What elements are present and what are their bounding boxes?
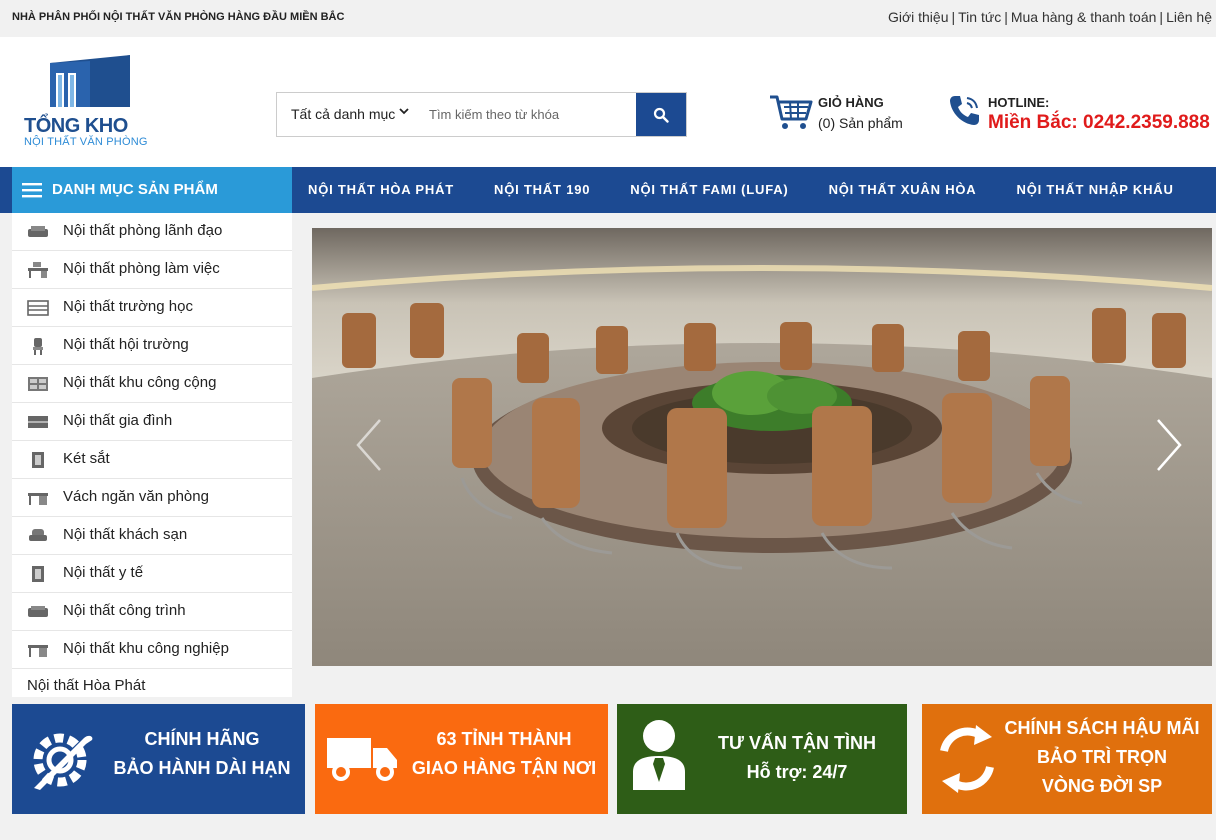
sidebar-item-label: Két sắt	[63, 450, 110, 467]
sidebar-item-y-te[interactable]: Nội thất y tế	[12, 555, 292, 593]
slider-next-arrow-icon[interactable]	[1156, 418, 1182, 472]
feature-line: VÒNG ĐỜI SP	[1041, 776, 1163, 796]
search-button[interactable]	[636, 93, 686, 136]
nav-item-190[interactable]: NỘI THẤT 190	[478, 167, 614, 213]
cycle-arrows-icon	[940, 725, 994, 793]
main-nav: DANH MỤC SẢN PHẨM NỘI THẤT HÒA PHÁT NỘI …	[0, 167, 1216, 213]
search-input[interactable]	[417, 93, 637, 136]
sidebar-item-label: Nội thất gia đình	[63, 412, 173, 429]
cart[interactable]: GIỎ HÀNG (0) Sản phẩm	[768, 93, 918, 133]
logo-subtitle: NỘI THẤT VĂN PHÒNG	[24, 136, 148, 148]
link-gioi-thieu[interactable]: Giới thiệu	[888, 9, 949, 25]
sidebar-item-cong-trinh[interactable]: Nội thất công trình	[12, 593, 292, 631]
header: TỔNG KHO NỘI THẤT VĂN PHÒNG Tất cả danh …	[0, 37, 1216, 167]
workbench-icon	[28, 645, 48, 657]
consultant-icon	[633, 720, 685, 790]
nav-items: NỘI THẤT HÒA PHÁT NỘI THẤT 190 NỘI THẤT …	[292, 167, 1198, 213]
sidebar-item-ket-sat[interactable]: Két sắt	[12, 441, 292, 479]
category-select-label: Tất cả danh mục	[291, 106, 396, 122]
sidebar-item-label: Nội thất phòng làm việc	[63, 260, 220, 277]
sidebar-item-khu-cong-cong[interactable]: Nội thất khu công cộng	[12, 365, 292, 403]
medical-cabinet-icon	[32, 566, 44, 582]
truck-icon	[327, 738, 397, 781]
nav-item-fami[interactable]: NỘI THẤT FAMI (LUFA)	[614, 167, 812, 213]
sidebar-item-phong-lanh-dao[interactable]: Nội thất phòng lãnh đạo	[12, 213, 292, 251]
hotline-title: HOTLINE:	[988, 95, 1050, 110]
sidebar-item-hoi-truong[interactable]: Nội thất hội trường	[12, 327, 292, 365]
hotline: HOTLINE: Miền Bắc: 0242.2359.888	[948, 91, 1216, 141]
top-links: Giới thiệu | Tin tức | Mua hàng & thanh toán…	[887, 9, 1212, 25]
couch-icon	[28, 606, 48, 617]
partition-icon	[28, 493, 48, 505]
top-bar: NHÀ PHÂN PHỐI NỘI THẤT VĂN PHÒNG HÀNG ĐẦ…	[0, 0, 1216, 37]
feature-line: 63 TỈNH THÀNH	[436, 729, 572, 749]
cart-title: GIỎ HÀNG	[818, 95, 884, 110]
warehouse-logo-icon	[50, 55, 130, 107]
safe-icon	[32, 452, 44, 468]
sidebar-item-gia-dinh[interactable]: Nội thất gia đình	[12, 403, 292, 441]
site-logo[interactable]: TỔNG KHO NỘI THẤT VĂN PHÒNG	[22, 55, 162, 155]
gear-wrench-icon	[33, 733, 93, 790]
nav-item-nhap-khau[interactable]: NỘI THẤT NHẬP KHẨU	[1001, 167, 1198, 213]
phone-icon	[950, 96, 979, 125]
feature-consulting: TƯ VẤN TẬN TÌNH Hỗ trợ: 24/7	[617, 704, 907, 814]
sidebar-item-truong-hoc[interactable]: Nội thất trường học	[12, 289, 292, 327]
conference-room-photo	[312, 228, 1212, 666]
slider-prev-arrow-icon[interactable]	[356, 418, 382, 472]
sidebar-item-label: Nội thất khu công nghiệp	[63, 640, 229, 657]
feature-line: Hỗ trợ: 24/7	[746, 762, 848, 782]
feature-after-sales: CHÍNH SÁCH HẬU MÃI BẢO TRÌ TRỌN VÒNG ĐỜI…	[922, 704, 1212, 814]
sidebar-item-label: Nội thất hội trường	[63, 336, 189, 353]
category-menu-button[interactable]: DANH MỤC SẢN PHẨM	[12, 167, 292, 213]
site-tagline: NHÀ PHÂN PHỐI NỘI THẤT VĂN PHÒNG HÀNG ĐẦ…	[12, 11, 345, 23]
shopping-cart-icon	[770, 95, 813, 129]
search-bar: Tất cả danh mục	[276, 92, 687, 137]
sidebar-item-label: Nội thất trường học	[63, 298, 193, 315]
link-mua-hang[interactable]: Mua hàng & thanh toán	[1011, 9, 1157, 25]
sidebar-item-label: Nội thất công trình	[63, 602, 186, 619]
sidebar-item-label: Vách ngăn văn phòng	[63, 488, 209, 505]
hamburger-icon	[22, 183, 42, 198]
search-icon	[653, 107, 669, 123]
sidebar-item-phong-lam-viec[interactable]: Nội thất phòng làm việc	[12, 251, 292, 289]
sidebar-item-label: Nội thất khu công cộng	[63, 374, 217, 391]
hero-banner	[312, 228, 1212, 666]
feature-warranty: CHÍNH HÃNG BẢO HÀNH DÀI HẠN	[12, 704, 305, 814]
category-menu-label: DANH MỤC SẢN PHẨM	[52, 181, 218, 198]
sidebar-item-label: Nội thất y tế	[63, 564, 144, 581]
feature-line: BẢO TRÌ TRỌN	[1037, 747, 1167, 767]
hotline-number[interactable]: Miền Bắc: 0242.2359.888	[988, 112, 1210, 134]
sidebar-item-label: Nội thất phòng lãnh đạo	[63, 222, 223, 239]
chair-icon	[33, 338, 43, 355]
link-tin-tuc[interactable]: Tin tức	[958, 9, 1001, 25]
feature-delivery: 63 TỈNH THÀNH GIAO HÀNG TẬN NƠI	[315, 704, 608, 814]
category-select[interactable]: Tất cả danh mục	[277, 93, 415, 136]
category-sidebar: Nội thất phòng lãnh đạo Nội thất phòng l…	[12, 213, 292, 697]
feature-line: TƯ VẤN TẬN TÌNH	[718, 733, 876, 753]
sidebar-item-vach-ngan[interactable]: Vách ngăn văn phòng	[12, 479, 292, 517]
feature-line: BẢO HÀNH DÀI HẠN	[113, 758, 291, 778]
sidebar-item-label: Nội thất khách sạn	[63, 526, 188, 543]
nav-item-xuan-hoa[interactable]: NỘI THẤT XUÂN HÒA	[813, 167, 1001, 213]
feature-line: CHÍNH HÃNG	[144, 729, 260, 749]
feature-line: CHÍNH SÁCH HẬU MÃI	[1004, 718, 1200, 738]
cart-count: (0) Sản phẩm	[818, 115, 903, 131]
chevron-down-icon	[399, 106, 409, 119]
sidebar-item-khach-san[interactable]: Nội thất khách sạn	[12, 517, 292, 555]
sidebar-item-khu-cong-nghiep[interactable]: Nội thất khu công nghiệp	[12, 631, 292, 669]
public-seating-icon	[28, 377, 48, 391]
logo-title: TỔNG KHO	[24, 115, 128, 137]
sofa-icon	[28, 226, 48, 237]
school-desk-icon	[27, 300, 49, 316]
feature-line: GIAO HÀNG TẬN NƠI	[411, 758, 597, 778]
nav-item-hoa-phat[interactable]: NỘI THẤT HÒA PHÁT	[292, 167, 478, 213]
armchair-icon	[29, 529, 47, 541]
office-desk-icon	[28, 262, 48, 278]
cabinet-icon	[28, 416, 48, 428]
link-lien-he[interactable]: Liên hệ	[1166, 9, 1212, 25]
sidebar-item-hoa-phat[interactable]: Nội thất Hòa Phát	[12, 669, 292, 697]
